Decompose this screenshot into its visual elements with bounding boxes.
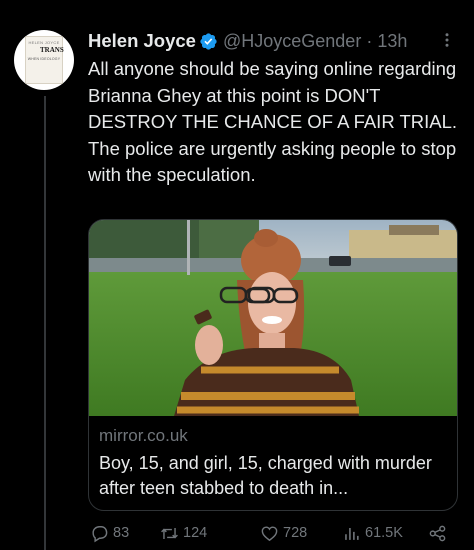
views-button[interactable]: 61.5K [342, 521, 403, 545]
retweet-icon [161, 527, 178, 539]
action-bar: 83 124 728 61.5K [88, 521, 464, 545]
book-top-text: HELEN JOYCE [28, 40, 60, 45]
tweet-header: Helen Joyce @HJoyceGender · 13h [88, 30, 464, 52]
handle-and-time: @HJoyceGender · 13h [223, 31, 407, 52]
separator-dot: · [366, 30, 373, 51]
card-image [89, 220, 457, 416]
views-icon [345, 527, 359, 540]
reply-icon [92, 525, 108, 542]
avatar-book-cover: HELEN JOYCE TRANS WHEN IDEOLOGY [25, 36, 64, 84]
card-title: Boy, 15, and girl, 15, charged with murd… [99, 453, 432, 498]
like-count: 728 [283, 525, 308, 541]
book-title-text: TRANS [40, 46, 64, 54]
like-button[interactable]: 728 [260, 521, 307, 545]
avatar[interactable]: HELEN JOYCE TRANS WHEN IDEOLOGY [14, 30, 74, 90]
share-button[interactable] [428, 521, 451, 545]
like-icon [261, 525, 278, 541]
card-domain: mirror.co.uk [99, 426, 188, 445]
views-count: 61.5K [365, 525, 403, 541]
tweet[interactable]: HELEN JOYCE TRANS WHEN IDEOLOGY Helen Jo… [0, 0, 474, 550]
book-bottom-text: WHEN IDEOLOGY [27, 56, 61, 61]
thread-line [44, 96, 46, 550]
share-icon [429, 525, 446, 541]
reply-button[interactable]: 83 [90, 521, 129, 545]
more-icon[interactable] [438, 31, 456, 49]
retweet-button[interactable]: 124 [160, 521, 207, 545]
retweet-count: 124 [183, 525, 208, 541]
link-card[interactable]: mirror.co.uk Boy, 15, and girl, 15, char… [88, 219, 458, 511]
tweet-text: All anyone should be saying online regar… [88, 58, 458, 185]
timestamp[interactable]: 13h [377, 31, 407, 52]
card-body: mirror.co.uk Boy, 15, and girl, 15, char… [99, 425, 449, 501]
handle[interactable]: @HJoyceGender [223, 31, 361, 52]
reply-count: 83 [113, 525, 130, 541]
display-name[interactable]: Helen Joyce [88, 30, 196, 52]
verified-badge-icon[interactable] [199, 32, 218, 51]
